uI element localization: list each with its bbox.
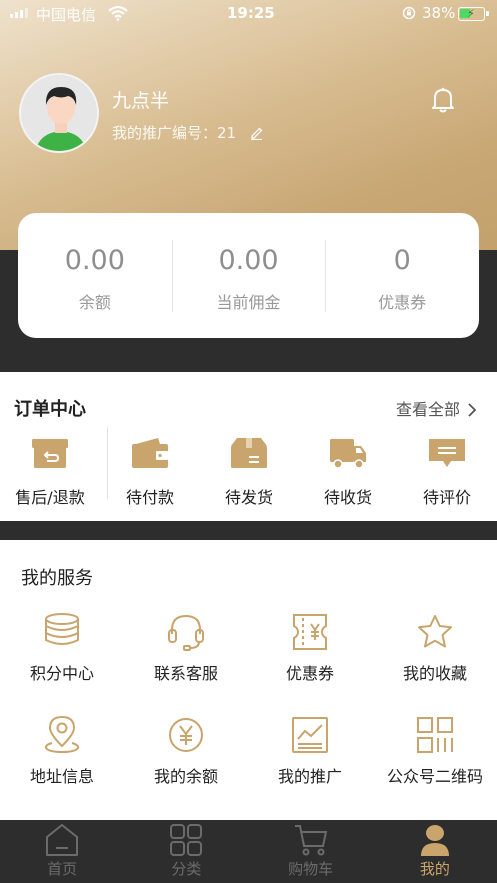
service-label: 我的收藏 <box>402 664 467 683</box>
star-icon <box>418 615 452 648</box>
view-all-label: 查看全部 <box>396 400 461 419</box>
order-item-label: 待收货 <box>323 488 372 507</box>
stat-value: 0 <box>393 245 411 276</box>
location-pin-icon <box>44 715 80 754</box>
service-label: 优惠券 <box>285 664 334 683</box>
order-item-pending-payment[interactable]: 待付款 <box>100 436 200 508</box>
user-icon <box>420 825 449 856</box>
cart-icon <box>294 825 327 856</box>
tab-label: 首页 <box>47 860 78 878</box>
view-all-orders-link[interactable]: 查看全部 <box>396 396 477 420</box>
coupon-icon <box>293 614 327 650</box>
service-label: 地址信息 <box>29 767 94 786</box>
home-icon <box>46 824 79 856</box>
service-points-center[interactable]: 积分中心 <box>0 612 124 684</box>
coins-stack-icon <box>45 613 79 645</box>
stat-label: 余额 <box>78 293 111 312</box>
order-item-pending-review[interactable]: 待评价 <box>397 436 497 508</box>
chevron-right-icon <box>468 403 477 417</box>
stat-commission[interactable]: 0.00 当前佣金 <box>171 213 326 338</box>
notification-bell-icon[interactable] <box>430 86 456 114</box>
wallet-icon <box>132 438 168 468</box>
avatar[interactable] <box>19 73 99 153</box>
order-item-label: 待付款 <box>125 488 174 507</box>
headset-icon <box>168 614 204 651</box>
category-grid-icon <box>170 824 203 856</box>
carrier-name: 中国电信 <box>36 6 97 24</box>
orientation-lock-icon <box>402 6 416 20</box>
promo-code-value: 21 <box>217 124 237 142</box>
tab-label: 分类 <box>171 860 202 878</box>
service-label: 积分中心 <box>29 664 94 683</box>
stats-card: 0.00 余额 0.00 当前佣金 0 优惠券 <box>18 213 479 338</box>
tab-mine[interactable]: 我的 <box>373 820 497 883</box>
package-box-icon <box>231 438 267 468</box>
signal-icon <box>10 8 28 18</box>
order-item-pending-receipt[interactable]: 待收货 <box>298 436 398 508</box>
yen-coin-icon <box>169 718 203 752</box>
promo-code-row: 我的推广编号：21 <box>112 122 264 143</box>
tab-category[interactable]: 分类 <box>124 820 248 883</box>
stat-coupons[interactable]: 0 优惠券 <box>325 213 479 338</box>
qr-code-icon <box>417 717 453 753</box>
service-label: 联系客服 <box>153 664 218 683</box>
service-my-promotion[interactable]: 我的推广 <box>248 715 372 787</box>
delivery-truck-icon <box>330 439 366 469</box>
order-item-label: 售后/退款 <box>15 488 85 507</box>
stat-value: 0.00 <box>218 245 279 276</box>
services-title: 我的服务 <box>21 568 93 589</box>
order-item-pending-shipment[interactable]: 待发货 <box>199 436 299 508</box>
stat-balance[interactable]: 0.00 余额 <box>18 213 172 338</box>
service-label: 公众号二维码 <box>386 767 483 786</box>
my-services: 我的服务 积分中心 联系客服 优惠券 我的收藏 地址信息 我的余额 我的推广 公… <box>0 540 497 820</box>
service-label: 我的余额 <box>153 767 218 786</box>
wifi-icon <box>108 5 128 21</box>
refund-box-icon <box>32 439 68 468</box>
tab-label: 我的 <box>419 860 450 878</box>
nickname: 九点半 <box>112 90 170 112</box>
promo-code-label: 我的推广编号： <box>112 124 218 142</box>
stat-value: 0.00 <box>64 245 125 276</box>
service-my-balance[interactable]: 我的余额 <box>124 715 248 787</box>
chart-board-icon <box>292 717 328 753</box>
status-bar: 中国电信 19:25 38% ⚡ <box>0 0 497 28</box>
service-favorites[interactable]: 我的收藏 <box>373 612 497 684</box>
service-wechat-qrcode[interactable]: 公众号二维码 <box>373 715 497 787</box>
stat-label: 优惠券 <box>378 293 427 312</box>
battery-icon: ⚡ <box>458 7 489 21</box>
tab-cart[interactable]: 购物车 <box>249 820 373 883</box>
service-address[interactable]: 地址信息 <box>0 715 124 787</box>
stat-label: 当前佣金 <box>216 293 281 312</box>
tab-label: 购物车 <box>288 860 334 878</box>
bottom-tab-bar: 首页 分类 购物车 我的 <box>0 820 497 883</box>
order-center: 订单中心 查看全部 售后/退款 待付款 待发货 待收货 待评价 <box>0 372 497 521</box>
comment-icon <box>429 439 465 467</box>
order-item-refund[interactable]: 售后/退款 <box>0 436 100 508</box>
service-label: 我的推广 <box>277 767 342 786</box>
order-item-label: 待评价 <box>422 488 471 507</box>
battery-percent: 38% <box>422 4 456 22</box>
tab-home[interactable]: 首页 <box>0 820 124 883</box>
order-center-title: 订单中心 <box>14 399 86 420</box>
service-coupons[interactable]: 优惠券 <box>248 612 372 684</box>
service-customer-support[interactable]: 联系客服 <box>124 612 248 684</box>
edit-icon[interactable] <box>249 125 264 140</box>
clock: 19:25 <box>227 4 275 22</box>
order-item-label: 待发货 <box>224 488 273 507</box>
